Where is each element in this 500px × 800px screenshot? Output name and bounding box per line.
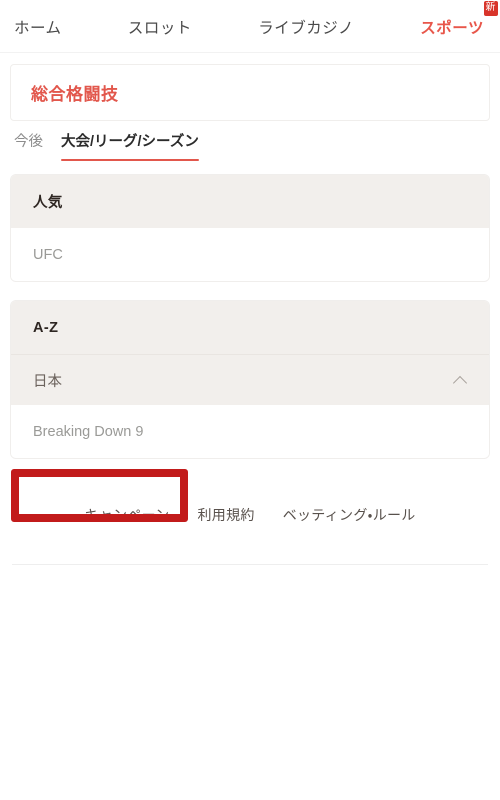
nav-item-live-casino-label: ライブカジノ	[258, 19, 354, 37]
footer-link-betting-rules-label: ベッティング・ルール	[282, 507, 416, 523]
tab-bar: 今後 大会/リーグ/シーズン	[0, 121, 500, 161]
tab-upcoming-label: 今後	[14, 134, 43, 150]
nav-bottom-divider	[0, 52, 500, 53]
chevron-up-icon[interactable]	[453, 372, 469, 388]
nav-item-sports-label: スポーツ	[420, 19, 484, 37]
list-item-ufc[interactable]: UFC	[11, 228, 489, 281]
list-item-breaking-down-9[interactable]: Breaking Down 9	[11, 405, 489, 458]
group-row-japan[interactable]: 日本	[11, 354, 489, 405]
nav-item-home-label: ホーム	[14, 19, 62, 37]
top-navigation-items: ホーム スロット ライブカジノ スポーツ 新	[0, 0, 500, 38]
tab-competitions-leagues-seasons[interactable]: 大会/リーグ/シーズン	[61, 130, 199, 161]
footer-link-betting-rules[interactable]: ベッティング・ルール	[283, 505, 416, 525]
az-section-card: A-Z 日本 Breaking Down 9	[10, 300, 490, 459]
tab-competitions-leagues-seasons-label: 大会/リーグ/シーズン	[61, 134, 199, 150]
footer-divider	[12, 564, 488, 565]
nav-item-home[interactable]: ホーム	[14, 16, 62, 38]
footer-link-campaign-label: キャンペーン	[84, 507, 170, 523]
list-item-breaking-down-9-label: Breaking Down 9	[33, 423, 144, 440]
page-title-card: 総合格闘技	[10, 64, 490, 121]
footer-link-campaign[interactable]: キャンペーン	[84, 505, 169, 525]
nav-item-slots[interactable]: スロット	[128, 16, 192, 38]
group-row-japan-label: 日本	[33, 373, 62, 390]
nav-item-slots-label: スロット	[127, 19, 192, 37]
top-navigation-bar: ホーム スロット ライブカジノ スポーツ 新	[0, 0, 500, 53]
page-title: 総合格闘技	[31, 85, 119, 104]
nav-item-sports[interactable]: スポーツ 新	[420, 0, 498, 38]
footer-link-terms[interactable]: 利用規約	[197, 505, 254, 525]
nav-item-live-casino[interactable]: ライブカジノ	[258, 16, 354, 38]
footer-link-terms-label: 利用規約	[197, 507, 255, 523]
az-section-heading: A-Z	[11, 301, 489, 354]
footer-links: キャンペーン 利用規約 ベッティング・ルール	[0, 495, 500, 535]
list-item-ufc-label: UFC	[33, 246, 63, 263]
popular-section-card: 人気 UFC	[10, 174, 490, 282]
tab-upcoming[interactable]: 今後	[14, 130, 43, 161]
new-badge: 新	[483, 0, 498, 16]
popular-section-heading: 人気	[11, 175, 489, 228]
